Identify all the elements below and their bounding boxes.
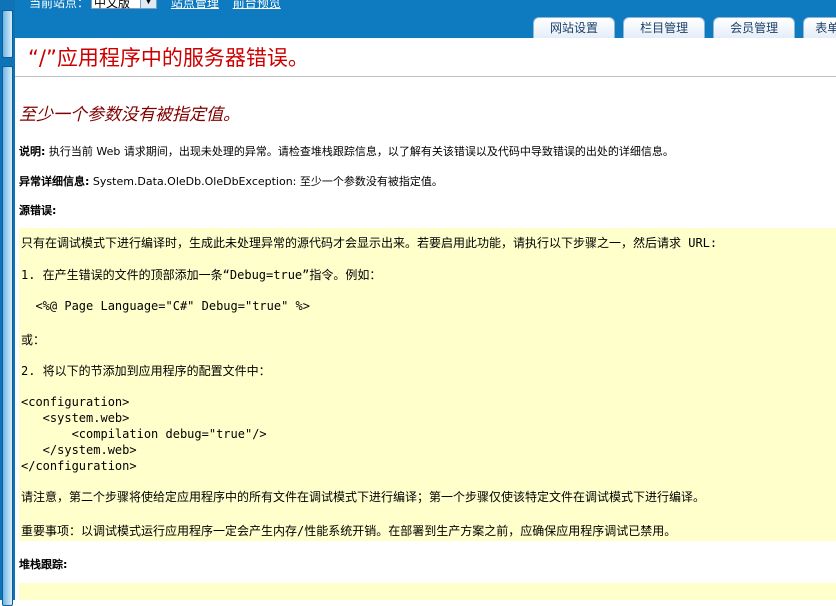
stack-trace-label: 堆栈跟踪: xyxy=(19,558,68,571)
source-intro: 只有在调试模式下进行编译时，生成此未处理异常的源代码才会显示出来。若要启用此功能… xyxy=(21,236,718,250)
site-select-value: 中文版 xyxy=(94,0,131,10)
step-two: 2. 将以下的节添加到应用程序的配置文件中： xyxy=(21,364,271,378)
admin-topbar: 当前站点： 中文版 ▼ 站点管理 前台预览 网站设置 栏目管理 会员管理 表单留 xyxy=(15,0,836,38)
error-title: “/”应用程序中的服务器错误。 xyxy=(28,46,309,70)
step-one-code: <%@ Page Language="C#" Debug="true" %> xyxy=(21,299,310,313)
tab-member-management[interactable]: 会员管理 xyxy=(713,17,796,38)
left-rail xyxy=(0,0,15,606)
exception-text: System.Data.OleDb.OleDbException: 至少一个参数… xyxy=(92,175,443,188)
site-management-link[interactable]: 站点管理 xyxy=(171,0,219,10)
description-label: 说明: xyxy=(19,145,46,158)
description-line: 说明: 执行当前 Web 请求期间，出现未处理的异常。请检查堆栈跟踪信息，以了解… xyxy=(19,143,674,159)
main-tabs: 网站设置 栏目管理 会员管理 表单留 xyxy=(533,17,836,38)
description-text: 执行当前 Web 请求期间，出现未处理的异常。请检查堆栈跟踪信息，以了解有关该错… xyxy=(48,145,674,158)
site-select[interactable]: 中文版 ▼ xyxy=(91,0,158,10)
source-error-label: 源错误: xyxy=(19,204,57,217)
important-text: 重要事项：以调试模式运行应用程序一定会产生内存/性能系统开销。在部署到生产方案之… xyxy=(21,524,677,538)
tab-form-messages[interactable]: 表单留 xyxy=(803,17,836,38)
source-error-line: 源错误: xyxy=(19,202,56,218)
chevron-down-icon[interactable]: ▼ xyxy=(140,0,157,8)
config-code: <configuration> <system.web> <compilatio… xyxy=(21,395,267,473)
title-divider xyxy=(15,76,836,77)
rail-handle-bottom[interactable] xyxy=(2,66,13,606)
tab-site-settings[interactable]: 网站设置 xyxy=(533,17,615,38)
note-text: 请注意，第二个步骤将使给定应用程序中的所有文件在调试模式下进行编译；第一个步骤仅… xyxy=(21,490,706,504)
error-subtitle: 至少一个参数没有被指定值。 xyxy=(19,105,240,125)
step-one: 1. 在产生错误的文件的顶部添加一条“Debug=true”指令。例如： xyxy=(21,268,382,282)
tab-column-management[interactable]: 栏目管理 xyxy=(623,17,706,38)
rail-handle-top[interactable] xyxy=(2,10,13,58)
frontend-preview-link[interactable]: 前台预览 xyxy=(233,0,281,10)
stack-trace-box xyxy=(19,583,836,600)
or-text: 或： xyxy=(21,333,46,347)
stack-trace-line: 堆栈跟踪: xyxy=(19,556,67,572)
exception-label: 异常详细信息: xyxy=(19,175,90,188)
current-site-label: 当前站点： xyxy=(29,0,90,10)
exception-line: 异常详细信息: System.Data.OleDb.OleDbException… xyxy=(19,173,443,189)
source-error-box: 只有在调试模式下进行编译时，生成此未处理异常的源代码才会显示出来。若要启用此功能… xyxy=(19,228,836,541)
site-selector-row: 当前站点： 中文版 ▼ 站点管理 前台预览 xyxy=(29,0,281,10)
